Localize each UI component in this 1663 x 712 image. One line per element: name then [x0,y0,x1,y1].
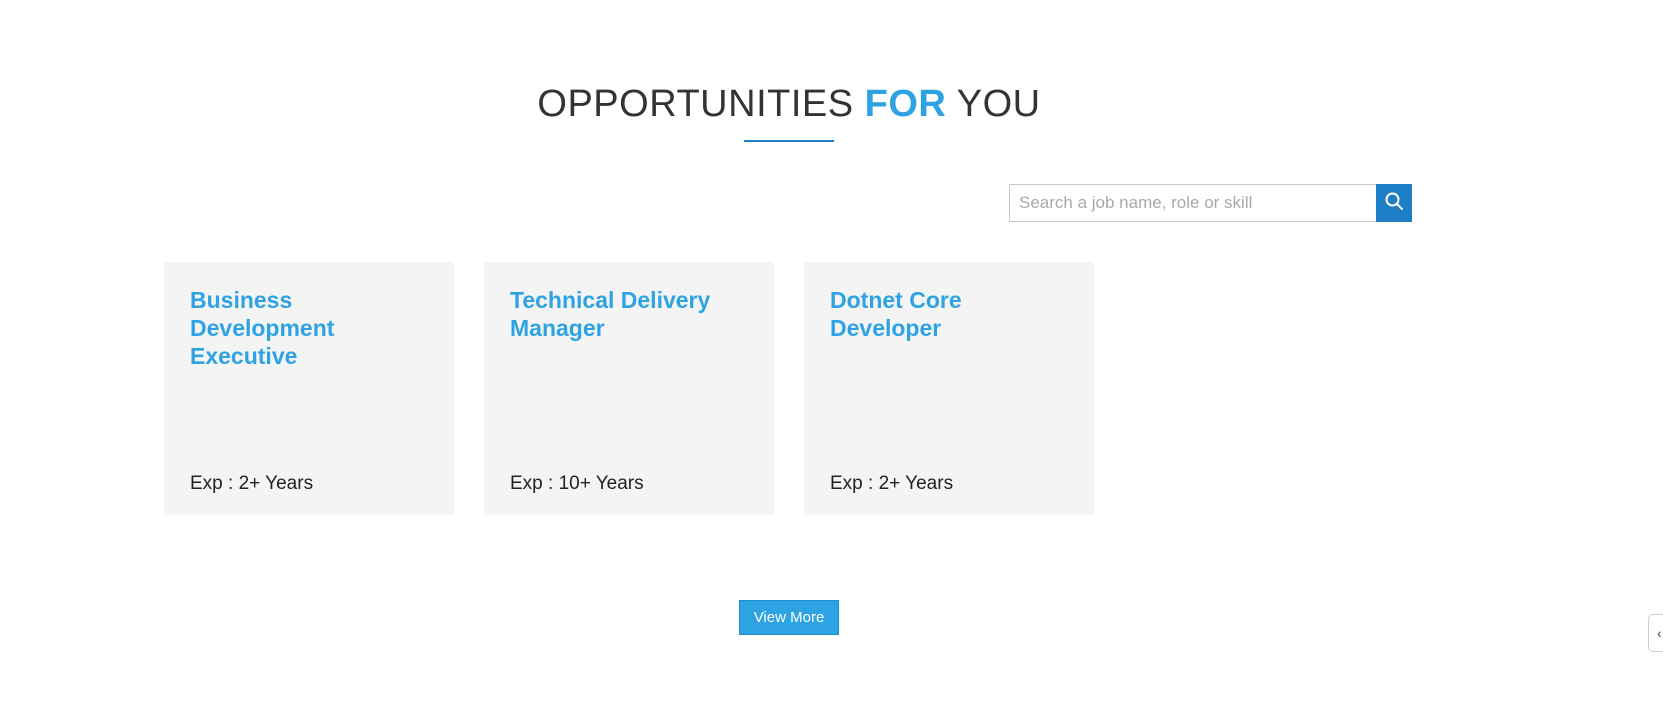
heading-text-part2: YOU [946,83,1041,125]
job-title[interactable]: Technical Delivery Manager [510,286,748,342]
job-title[interactable]: Business Development Executive [190,286,428,370]
chevron-left-icon: ‹ [1657,625,1662,641]
job-experience: Exp : 2+ Years [830,473,954,494]
opportunities-section: OPPORTUNITIES FOR YOU Business Developme… [0,0,1663,712]
job-experience: Exp : 2+ Years [190,473,314,494]
section-heading: OPPORTUNITIES FOR YOU [0,78,1578,130]
side-panel-tab[interactable]: ‹ [1648,614,1663,652]
job-title[interactable]: Dotnet Core Developer [830,286,1068,342]
job-search-bar [1009,184,1412,222]
search-button[interactable] [1376,184,1412,222]
search-icon [1384,191,1404,216]
heading-accent: FOR [864,83,947,125]
job-card[interactable]: Dotnet Core Developer Exp : 2+ Years [804,262,1094,515]
heading-text-part1: OPPORTUNITIES [537,83,865,125]
job-card[interactable]: Technical Delivery Manager Exp : 10+ Yea… [484,262,774,515]
heading-underline [744,140,834,142]
job-experience: Exp : 10+ Years [510,473,644,494]
job-search-input[interactable] [1009,184,1376,222]
job-card[interactable]: Business Development Executive Exp : 2+ … [164,262,454,515]
job-cards-list: Business Development Executive Exp : 2+ … [164,262,1094,515]
view-more-button[interactable]: View More [739,600,839,635]
